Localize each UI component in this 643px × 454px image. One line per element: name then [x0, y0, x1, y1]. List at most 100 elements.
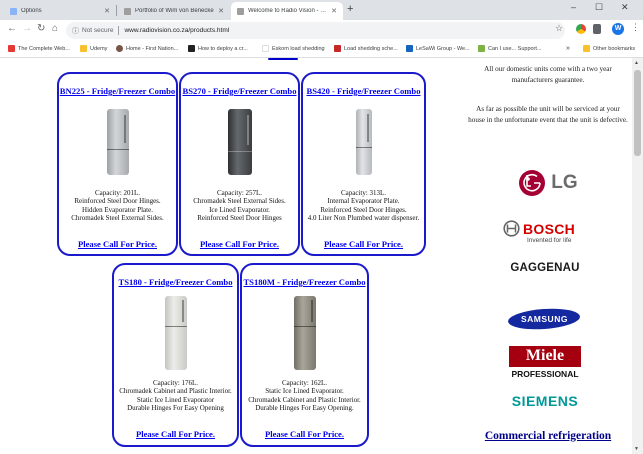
address-bar[interactable]: ⓘ Not secure www.radiovision.co.za/produ…	[66, 22, 565, 39]
tab-favicon	[237, 7, 244, 15]
tab-favicon	[124, 7, 131, 15]
gaggenau-logo: GAGGENAU	[503, 260, 587, 276]
tab-portfolio[interactable]: Portfolio of Wim von Benecke ✕	[118, 2, 230, 20]
product-title[interactable]: TS180M - Fridge/Freezer Combo	[242, 277, 367, 287]
miele-subtitle: PROFESSIONAL	[511, 368, 579, 379]
avatar[interactable]: W	[612, 23, 624, 35]
divider	[118, 26, 120, 35]
extension-icon[interactable]	[576, 24, 586, 34]
bookmark-load-shedding[interactable]: Load shedding sche...	[334, 45, 398, 52]
info-icon[interactable]: ⓘ	[72, 26, 79, 36]
bookmark-label: The Complete Web...	[18, 45, 70, 52]
close-window-icon[interactable]: ✕	[621, 2, 629, 13]
commercial-refrigeration-link[interactable]: Commercial refrigeration	[468, 430, 628, 442]
bookmark-label: Home - First Nation...	[126, 45, 179, 52]
lg-wordmark: LG	[551, 172, 578, 193]
bookmark-icon	[334, 45, 341, 52]
bookmark-icon	[116, 45, 123, 52]
lg-face-icon	[519, 170, 546, 196]
vertical-scrollbar[interactable]: ▲ ▼	[632, 58, 643, 454]
tab-title: Portfolio of Wim von Benecke	[135, 8, 214, 14]
bookmark-icon	[80, 45, 87, 52]
partial-card-border	[268, 58, 298, 60]
product-title[interactable]: BN225 - Fridge/Freezer Combo	[59, 86, 176, 96]
tab-options[interactable]: Options ✕	[4, 2, 116, 20]
product-card-bs420: BS420 - Fridge/Freezer Combo Capacity: 3…	[301, 72, 426, 256]
bookmark-label: Other bookmarks	[593, 45, 636, 52]
reload-icon[interactable]: ↻	[37, 23, 45, 34]
fridge-image	[355, 109, 372, 175]
bookmark-icon	[478, 45, 485, 52]
product-title[interactable]: BS420 - Fridge/Freezer Combo	[303, 86, 424, 96]
bosch-armature-icon	[503, 220, 520, 237]
bookmark-label: Udemy	[90, 45, 108, 52]
forward-icon[interactable]: →	[22, 23, 32, 34]
tab-favicon	[10, 7, 17, 15]
bookmark-star-icon[interactable]: ☆	[555, 23, 563, 34]
browser-toolbar: ← → ↻ ⌂ ⓘ Not secure www.radiovision.co.…	[0, 20, 643, 41]
product-card-bs270: BS270 - Fridge/Freezer Combo Capacity: 2…	[179, 72, 300, 256]
minimize-icon[interactable]: –	[571, 2, 576, 12]
bookmark-icon	[188, 45, 195, 52]
bookmark-deploy[interactable]: How to deploy a cr...	[188, 45, 248, 52]
bookmark-udemy[interactable]: Udemy	[80, 45, 107, 52]
bookmark-lesawi[interactable]: LeSaWi Group - We...	[406, 45, 470, 52]
product-description: Capacity: 201L. Reinforced Steel Door Hin…	[71, 189, 164, 222]
fridge-image	[106, 109, 129, 175]
call-for-price-link[interactable]: Please Call For Price.	[242, 429, 367, 439]
service-text: As far as possible the unit will be serv…	[468, 105, 628, 124]
bookmarks-bar: The Complete Web... Udemy Home - First N…	[0, 41, 643, 58]
maximize-icon[interactable]: ☐	[595, 2, 603, 13]
product-title[interactable]: TS180 - Fridge/Freezer Combo	[114, 277, 237, 287]
page-viewport: BN225 - Fridge/Freezer Combo Capacity: 2…	[0, 58, 632, 454]
call-for-price-link[interactable]: Please Call For Price.	[303, 239, 424, 249]
folder-icon	[583, 45, 590, 52]
bosch-tagline: Invented for life	[527, 237, 572, 244]
bookmark-caniuse[interactable]: Can I use... Support...	[478, 45, 542, 52]
home-icon[interactable]: ⌂	[52, 23, 58, 34]
scroll-up-icon[interactable]: ▲	[634, 60, 639, 66]
url-text[interactable]: www.radiovision.co.za/products.html	[124, 27, 229, 34]
bookmark-label: LeSaWi Group - We...	[416, 45, 470, 52]
back-icon[interactable]: ←	[7, 23, 17, 34]
fridge-image	[227, 109, 252, 175]
bookmark-first-nation[interactable]: Home - First Nation...	[116, 45, 178, 52]
bookmark-label: Eskom load shedding	[272, 45, 325, 52]
bosch-logo: BOSCH Invented for life	[503, 216, 589, 248]
bookmark-label: How to deploy a cr...	[198, 45, 248, 52]
miele-logo: Miele PROFESSIONAL	[507, 344, 583, 380]
tab-title: Welcome to Radio Vision - Digita	[248, 8, 328, 14]
bookmark-eskom[interactable]: Eskom load shedding	[262, 45, 325, 52]
call-for-price-link[interactable]: Please Call For Price.	[114, 429, 237, 439]
product-card-ts180: TS180 - Fridge/Freezer Combo Capacity: 1…	[112, 263, 239, 447]
close-icon[interactable]: ✕	[331, 7, 337, 15]
product-description: Capacity: 313L. Internal Evaporator Plate…	[307, 189, 420, 222]
bookmark-label: Can I use... Support...	[488, 45, 542, 52]
close-icon[interactable]: ✕	[104, 7, 110, 15]
new-tab-button[interactable]: +	[347, 3, 353, 15]
security-label: Not secure	[82, 27, 114, 34]
bookmark-other[interactable]: Other bookmarks	[583, 45, 635, 52]
call-for-price-link[interactable]: Please Call For Price.	[181, 239, 298, 249]
fridge-image	[164, 296, 187, 370]
miele-box: Miele	[509, 345, 581, 367]
siemens-wordmark: SIEMENS	[511, 393, 579, 409]
bookmark-label: Load shedding sche...	[344, 45, 398, 52]
tab-strip: Options ✕ Portfolio of Wim von Benecke ✕…	[0, 0, 643, 20]
scroll-thumb[interactable]	[634, 70, 641, 156]
bookmarks-overflow[interactable]: »	[566, 45, 570, 52]
miele-wordmark: Miele	[525, 347, 565, 364]
lg-logo: LG	[508, 166, 588, 200]
siemens-logo: SIEMENS	[503, 392, 587, 410]
menu-icon[interactable]: ⋮	[631, 22, 640, 33]
close-icon[interactable]: ✕	[218, 7, 224, 15]
product-title[interactable]: BS270 - Fridge/Freezer Combo	[181, 86, 298, 96]
tab-radio-vision[interactable]: Welcome to Radio Vision - Digita ✕	[231, 2, 343, 20]
call-for-price-link[interactable]: Please Call For Price.	[59, 239, 176, 249]
fridge-image	[293, 296, 316, 370]
extension-icon[interactable]	[593, 24, 601, 34]
scroll-down-icon[interactable]: ▼	[634, 446, 639, 452]
product-card-bn225: BN225 - Fridge/Freezer Combo Capacity: 2…	[57, 72, 178, 256]
product-description: Capacity: 257L. Chromadek Steel External …	[193, 189, 286, 222]
bookmark-complete-web[interactable]: The Complete Web...	[8, 45, 70, 52]
